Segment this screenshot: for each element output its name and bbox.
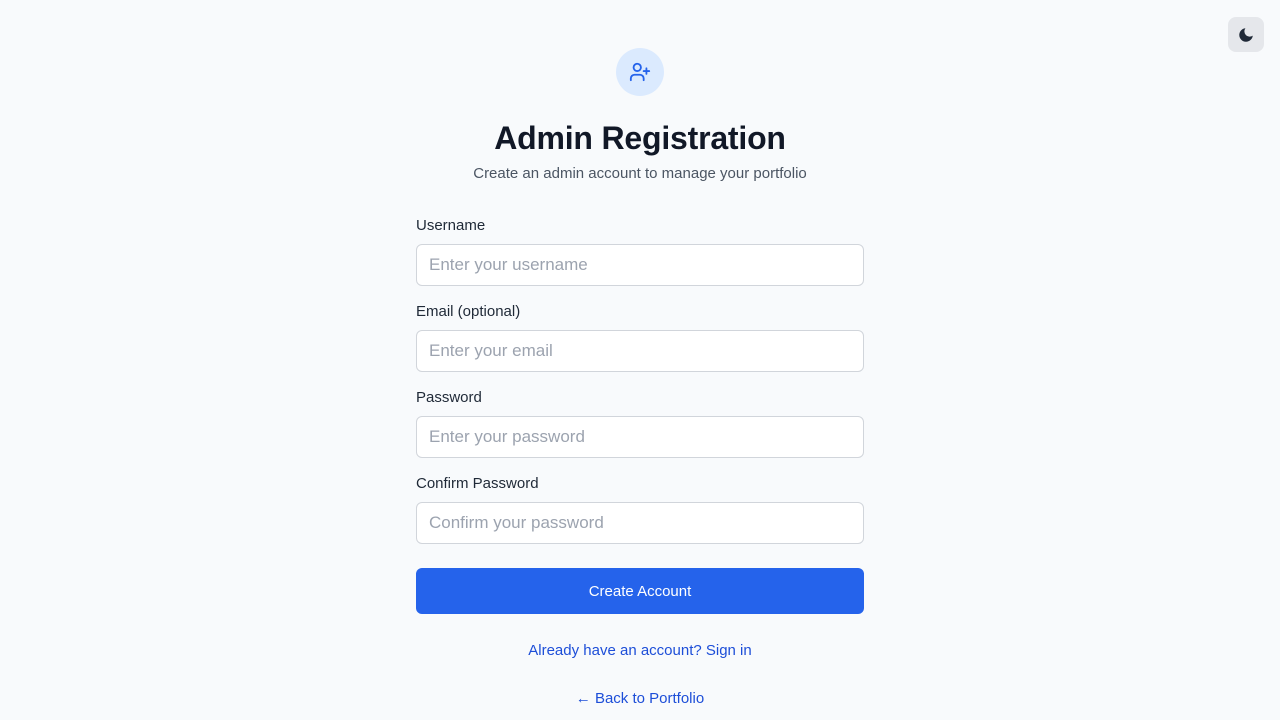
email-label: Email (optional) [416,303,521,320]
password-label: Password [416,389,482,406]
page-subtitle: Create an admin account to manage your p… [473,165,807,182]
page-title: Admin Registration [494,120,786,156]
create-account-button[interactable]: Create Account [416,568,864,614]
confirm-password-label: Confirm Password [416,475,539,492]
back-to-portfolio-link[interactable]: ← Back to Portfolio [416,689,864,709]
password-input[interactable] [416,416,864,458]
sign-in-link[interactable]: Already have an account? Sign in [416,641,864,661]
header-icon-badge [616,48,664,96]
username-input[interactable] [416,244,864,286]
theme-toggle-button[interactable] [1228,17,1264,52]
user-plus-icon [629,62,651,82]
username-label: Username [416,217,486,234]
confirm-password-input[interactable] [416,502,864,544]
email-input[interactable] [416,330,864,372]
moon-icon [1239,27,1253,42]
